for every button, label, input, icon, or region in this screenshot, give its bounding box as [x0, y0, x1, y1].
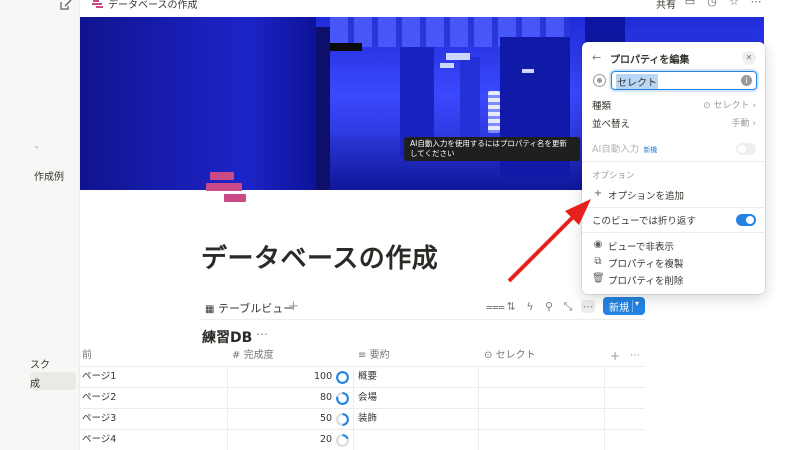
wrap-toggle[interactable] — [736, 214, 756, 226]
sidebar-chevron-icon[interactable]: ˆ — [34, 146, 39, 157]
progress-ring — [336, 371, 349, 384]
sort-icon[interactable]: ⇅ — [504, 300, 518, 313]
cell-progress[interactable]: 50 — [320, 409, 332, 430]
progress-ring — [336, 434, 349, 447]
new-page-icon[interactable] — [60, 0, 72, 10]
delete-property-button[interactable]: 🗑 プロパティを削除 — [592, 273, 756, 289]
property-name-value[interactable]: セレクト — [616, 74, 658, 89]
table-row[interactable]: ページ2 80 会場 — [80, 387, 645, 408]
more-options-icon[interactable]: ⋯ — [581, 300, 595, 313]
hide-in-view-button[interactable]: ◉ ビューで非表示 — [592, 239, 756, 255]
page-logo-icon — [92, 0, 103, 8]
add-view-icon[interactable]: + — [288, 299, 299, 314]
property-type-icon[interactable] — [593, 74, 606, 87]
page-title[interactable]: データベースの作成 — [201, 238, 438, 275]
filter-icon[interactable]: ⩶ — [486, 300, 505, 314]
progress-ring — [336, 413, 349, 426]
wrap-row[interactable]: このビューでは折り返す — [592, 213, 756, 229]
number-icon: # — [232, 350, 241, 361]
progress-ring — [336, 392, 349, 405]
history-icon[interactable]: ◷ — [706, 0, 718, 8]
type-row[interactable]: 種類 ⊙ セレクト › — [592, 98, 756, 114]
cell-progress[interactable]: 80 — [320, 388, 332, 409]
new-button-label: 新規 — [609, 303, 629, 314]
database-more-icon[interactable]: ⋯ — [256, 327, 268, 341]
add-column-icon[interactable]: + — [610, 346, 620, 366]
sidebar-item-label[interactable]: スク — [30, 356, 50, 371]
hide-in-view-label: ビューで非表示 — [608, 242, 674, 253]
back-arrow-icon[interactable]: ← — [592, 51, 601, 64]
select-icon: ⊙ — [703, 101, 711, 111]
select-icon: ⊙ — [484, 350, 493, 361]
chevron-right-icon: › — [752, 119, 756, 129]
panel-title: プロパティを編集 — [610, 55, 690, 66]
cell-name[interactable]: ページ3 — [82, 409, 116, 430]
new-button[interactable]: 新規 ▾ — [603, 297, 645, 315]
comment-icon[interactable]: ▭ — [684, 0, 696, 8]
wrap-label: このビューでは折り返す — [592, 216, 696, 227]
cell-progress[interactable]: 20 — [320, 430, 332, 450]
sidebar-item-label[interactable]: 成 — [30, 375, 40, 390]
database-toolbar: ▦ テーブルビュー + ⩶ ⇅ ϟ ⚲ ⤡ ⋯ 新規 ▾ — [200, 297, 645, 320]
info-icon[interactable]: i — [741, 75, 752, 86]
ai-autofill-tooltip: AI自動入力を使用するにはプロパティ名を更新してください — [404, 137, 580, 161]
topbar: データベースの作成 共有 ▭ ◷ ☆ ⋯ — [80, 0, 800, 14]
table-row[interactable]: ページ1 100 概要 — [80, 366, 645, 387]
column-header-select[interactable]: ⊙ セレクト — [484, 346, 536, 366]
edit-property-panel: ← プロパティを編集 ✕ セレクト i 種類 ⊙ セレクト › 並べ替え 手動 … — [582, 42, 765, 294]
type-label: 種類 — [592, 101, 612, 112]
share-button[interactable]: 共有 — [656, 0, 676, 11]
options-header: オプション — [592, 171, 635, 181]
expand-icon[interactable]: ⤡ — [561, 300, 575, 314]
sidebar-item-label[interactable]: 作成例 — [34, 168, 64, 183]
property-name-input[interactable]: セレクト i — [611, 71, 757, 90]
duplicate-label: プロパティを複製 — [608, 259, 684, 270]
type-value: セレクト — [713, 101, 750, 111]
close-icon[interactable]: ✕ — [742, 51, 756, 65]
sort-value: 手動 — [731, 119, 750, 129]
cell-progress[interactable]: 100 — [314, 367, 332, 388]
search-icon[interactable]: ⚲ — [542, 300, 556, 313]
cell-name[interactable]: ページ4 — [82, 430, 116, 450]
chevron-down-icon[interactable]: ▾ — [635, 299, 639, 308]
column-more-icon[interactable]: ⋯ — [630, 346, 640, 366]
column-header-summary[interactable]: ≡ 要約 — [358, 346, 390, 366]
table-icon: ▦ — [205, 304, 215, 315]
add-option-button[interactable]: + オプションを追加 — [592, 188, 756, 204]
more-icon[interactable]: ⋯ — [750, 0, 762, 8]
tab-table-view[interactable]: ▦ テーブルビュー — [205, 300, 294, 316]
delete-label: プロパティを削除 — [608, 276, 684, 287]
breadcrumb[interactable]: データベースの作成 — [108, 0, 198, 11]
column-header-progress[interactable]: # 完成度 — [232, 346, 274, 366]
automation-icon[interactable]: ϟ — [523, 300, 537, 313]
ai-autofill-toggle[interactable] — [736, 143, 756, 155]
sort-row[interactable]: 並べ替え 手動 › — [592, 116, 756, 132]
cell-summary[interactable]: 装飾 — [358, 409, 377, 430]
page-icon[interactable] — [206, 172, 248, 206]
cell-summary[interactable]: 概要 — [358, 367, 377, 388]
database-title[interactable]: 練習DB — [202, 327, 252, 347]
cell-name[interactable]: ページ1 — [82, 367, 116, 388]
ai-autofill-label: AI自動入力 — [592, 144, 640, 155]
text-icon: ≡ — [358, 350, 367, 361]
cell-summary[interactable]: 会場 — [358, 388, 377, 409]
duplicate-property-button[interactable]: ⧉ プロパティを複製 — [592, 256, 756, 272]
ai-autofill-row[interactable]: AI自動入力 新機 — [592, 141, 756, 157]
view-tab-label: テーブルビュー — [217, 302, 295, 315]
table-row[interactable]: ページ3 50 装飾 — [80, 408, 645, 429]
star-icon[interactable]: ☆ — [728, 0, 740, 8]
table-row[interactable]: ページ4 20 — [80, 429, 645, 450]
chevron-right-icon: › — [752, 101, 756, 111]
sort-label: 並べ替え — [592, 119, 631, 130]
new-badge: 新機 — [643, 146, 658, 154]
sidebar: ˆ 作成例 スク 成 — [0, 0, 80, 450]
cell-name[interactable]: ページ2 — [82, 388, 116, 409]
add-option-label: オプションを追加 — [608, 191, 685, 202]
column-header-name[interactable]: 前 — [82, 346, 92, 366]
annotation-arrow-icon — [507, 199, 591, 283]
